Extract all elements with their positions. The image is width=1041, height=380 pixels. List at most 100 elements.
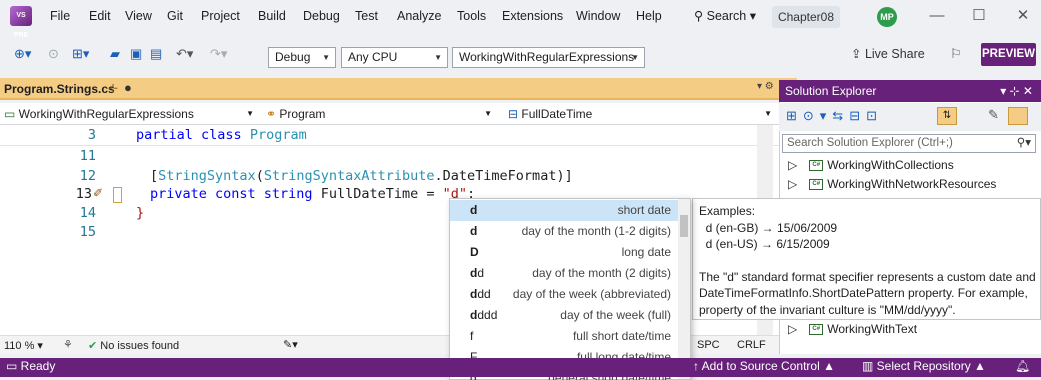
tooltip-line (699, 253, 1034, 269)
line-number-current: 13 (75, 186, 92, 202)
menu-edit[interactable]: Edit (89, 0, 111, 32)
expand-icon: ▷ (788, 158, 798, 172)
open-folder-icon[interactable]: ▰ (110, 46, 120, 62)
forward-icon[interactable]: ⊙ (48, 46, 59, 62)
field-icon: ⊟ (508, 107, 522, 121)
live-share-icon: ⇪ (851, 47, 865, 61)
completion-list[interactable]: d short date d day of the month (1-2 digit… (449, 198, 691, 380)
config-dropdown[interactable]: Debug ▼ (268, 47, 336, 68)
startup-project-dropdown[interactable]: WorkingWithRegularExpressions ▼ (452, 47, 645, 68)
solution-toolbar-icons[interactable]: ⊞⊙▾⇆⊟⊡ (786, 108, 883, 124)
menu-test[interactable]: Test (355, 0, 378, 32)
completion-item[interactable]: d short date (450, 200, 679, 221)
menu-help[interactable]: Help (636, 0, 662, 32)
menu-build[interactable]: Build (258, 0, 286, 32)
code-line-13: private const string FullDateTime = "d"; (150, 186, 476, 202)
menu-window[interactable]: Window (576, 0, 620, 32)
back-icon[interactable]: ⊕▾ (14, 46, 31, 62)
menu-git[interactable]: Git (167, 0, 183, 32)
tab-program-strings[interactable]: Program.Strings.cs (4, 82, 115, 96)
solution-name-badge[interactable]: Chapter08 (772, 6, 840, 28)
editor-tab-bar (0, 78, 797, 100)
close-icon[interactable]: ✕ (1011, 0, 1035, 32)
menu-extensions[interactable]: Extensions (502, 0, 563, 32)
csproj-icon: C# (809, 160, 824, 172)
project-item[interactable]: ▷ C# WorkingWithCollections (788, 158, 954, 172)
completion-item[interactable]: Dlong date (450, 242, 679, 263)
completion-item[interactable]: f full short date/time (450, 326, 679, 347)
whitespace-indicator[interactable]: SPC (697, 339, 720, 351)
member-nav-dropdown[interactable]: ⊟ FullDateTime ▼ (508, 105, 774, 123)
add-source-control-button[interactable]: ↑ Add to Source Control ▲ (693, 359, 835, 373)
project-nav-dropdown[interactable]: ▭ WorkingWithRegularExpressions ▼ (4, 105, 256, 123)
code-line-12: [StringSyntax(StringSyntaxAttribute.Date… (150, 168, 573, 184)
repository-icon: ▥ (862, 359, 877, 373)
menu-project[interactable]: Project (201, 0, 240, 32)
copilot-icon[interactable]: ⚘ (63, 338, 73, 351)
line-number: 12 (79, 168, 96, 184)
completion-item[interactable]: d day of the month (1-2 digits) (450, 221, 679, 242)
unsaved-indicator[interactable]: ● (124, 80, 132, 95)
line-number: 11 (79, 148, 96, 164)
project-item[interactable]: ▷ C# WorkingWithNetworkResources (788, 177, 996, 191)
csproj-icon: C# (809, 324, 824, 336)
search-icon: ⚲ (694, 9, 707, 23)
line-number: 15 (79, 224, 96, 240)
csproj-icon: C# (809, 179, 824, 191)
menu-tools[interactable]: Tools (457, 0, 486, 32)
project-item[interactable]: ▷ C# WorkingWithText (788, 322, 917, 336)
issues-indicator[interactable]: ✔ No issues found (88, 339, 179, 352)
sync-icon[interactable]: ⇅ (937, 107, 957, 125)
search-button[interactable]: ⚲ Search ▾ (694, 0, 756, 32)
solution-search-input[interactable]: Search Solution Explorer (Ctrl+;) ⚲▾ (782, 134, 1036, 153)
redo-icon[interactable]: ↷▾ (210, 46, 227, 62)
check-icon: ✔ (88, 340, 101, 352)
notifications-icon[interactable]: 🔔︎ (1015, 359, 1030, 373)
preview-selected-icon[interactable] (1008, 107, 1028, 125)
select-repository-button[interactable]: ▥ Select Repository ▲ (862, 359, 986, 373)
tooltip-line: Examples: (699, 204, 756, 218)
expand-icon: ▷ (788, 177, 798, 191)
completion-scrollbar[interactable] (678, 199, 690, 379)
line-number: 14 (79, 205, 96, 221)
save-icon[interactable]: ▣ (130, 46, 142, 62)
platform-dropdown[interactable]: Any CPU ▼ (341, 47, 448, 68)
completion-item[interactable]: dd day of the month (2 digits) (450, 263, 679, 284)
cleanup-icon[interactable]: ✎▾ (283, 338, 298, 351)
change-marker (113, 187, 122, 203)
class-icon: ⚭ (266, 107, 280, 121)
menu-view[interactable]: View (125, 0, 152, 32)
tab-overflow-icon[interactable]: ▾ ⚙ (757, 81, 774, 92)
tooltip-line: d (en-GB) → 15/06/2009 (699, 220, 838, 235)
completion-item[interactable]: ddd day of the week (abbreviated) (450, 284, 679, 305)
tooltip-line: d (en-US) → 6/15/2009 (699, 237, 830, 251)
completion-item[interactable]: dddd day of the week (full) (450, 305, 679, 326)
new-project-icon[interactable]: ⊞▾ (72, 46, 89, 62)
scroll-thumb[interactable] (680, 215, 688, 237)
live-share-button[interactable]: ⇪ Live Share (851, 46, 925, 61)
properties-icon[interactable]: ✎ (988, 107, 999, 123)
solution-explorer-title: Solution Explorer ▾ ⊹ ✕ (779, 80, 1041, 102)
avatar[interactable]: MP (877, 7, 897, 27)
minimize-icon[interactable]: — (925, 0, 949, 32)
tooltip-line: The "d" standard format specifier repres… (699, 269, 1036, 284)
tooltip-line: DateTimeFormatInfo.ShortDatePattern prop… (699, 286, 1028, 300)
menu-analyze[interactable]: Analyze (397, 0, 441, 32)
undo-icon[interactable]: ↶▾ (176, 46, 193, 62)
sticky-scroll-header (0, 126, 785, 146)
maximize-icon[interactable]: ☐ (967, 0, 991, 32)
pin-icon[interactable]: ⊹ (108, 81, 118, 95)
expand-icon: ▷ (788, 322, 798, 336)
menu-debug[interactable]: Debug (303, 0, 340, 32)
tooltip-line: property of the invariant culture is "MM… (699, 302, 956, 317)
quick-action-icon[interactable]: ✐ (93, 186, 103, 200)
code-line-14: } (136, 205, 145, 221)
preview-badge[interactable]: PREVIEW (981, 43, 1036, 66)
save-all-icon[interactable]: ▤ (150, 46, 162, 62)
line-ending-indicator[interactable]: CRLF (737, 339, 766, 351)
zoom-dropdown[interactable]: 110 % ▾ (4, 339, 43, 352)
feedback-icon[interactable]: ⚐ (950, 46, 962, 62)
quick-info-tooltip: Examples: d (en-GB) → 15/06/2009 d (en-U… (692, 198, 1041, 320)
class-nav-dropdown[interactable]: ⚭ Program ▼ (266, 105, 494, 123)
menu-file[interactable]: File (50, 0, 70, 32)
